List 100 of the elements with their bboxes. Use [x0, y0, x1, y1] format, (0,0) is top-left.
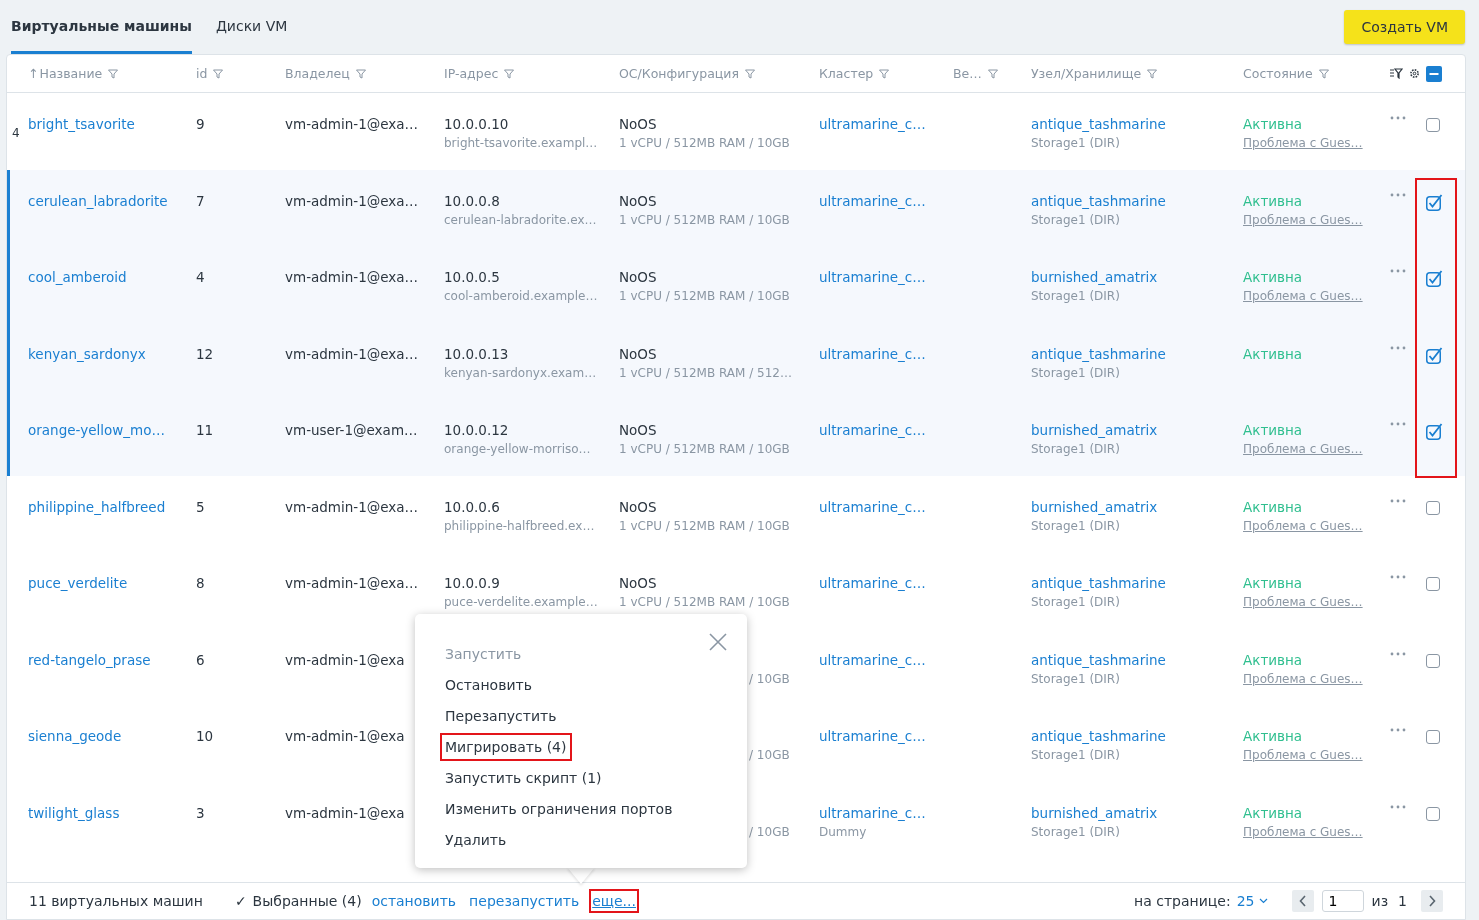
- issue-link[interactable]: Проблема с Gues…: [1243, 670, 1390, 688]
- menu-item[interactable]: Перезапустить: [440, 702, 562, 730]
- menu-item[interactable]: Запустить скрипт (1): [440, 764, 607, 792]
- close-icon[interactable]: [709, 633, 727, 651]
- filter-icon[interactable]: [987, 68, 998, 79]
- row-checkbox[interactable]: [1426, 346, 1443, 364]
- sort-arrow[interactable]: ↑: [28, 66, 39, 81]
- row-checkbox[interactable]: [1426, 653, 1440, 668]
- more-actions-icon[interactable]: [1390, 651, 1406, 656]
- issue-link[interactable]: Проблема с Gues…: [1243, 594, 1390, 611]
- os-name: NoOS: [619, 192, 658, 210]
- tab[interactable]: Диски VM: [215, 0, 288, 54]
- issue-link[interactable]: Проблема с Gues…: [1243, 823, 1390, 841]
- node-link[interactable]: burnished_amatrix: [1031, 804, 1243, 822]
- create-vm-button[interactable]: Создать VM: [1344, 10, 1465, 44]
- row-checkbox[interactable]: [1426, 423, 1443, 440]
- node-link[interactable]: antique_tashmarine: [1031, 116, 1243, 133]
- footer-action-link[interactable]: перезапустить: [466, 889, 583, 913]
- owner-cell-text: vm-user-1@exam…: [285, 422, 419, 439]
- previous-page-button[interactable]: [1291, 890, 1314, 912]
- owner-cell-text: vm-admin-1@exa…: [285, 192, 420, 210]
- cluster-link[interactable]: ultramarine_c…: [819, 575, 953, 592]
- issue-link[interactable]: Проблема с Gues…: [1243, 135, 1390, 152]
- more-actions-icon[interactable]: [1390, 728, 1406, 732]
- filter-icon[interactable]: [1318, 68, 1329, 79]
- more-actions-icon[interactable]: [1390, 345, 1406, 350]
- cluster-link[interactable]: ultramarine_c…: [819, 116, 953, 133]
- vm-name-link[interactable]: twilight_glass: [28, 804, 196, 822]
- column-header[interactable]: Узел/Хранилище: [1031, 66, 1142, 81]
- issue-link[interactable]: Проблема с Gues…: [1243, 747, 1390, 764]
- more-actions-icon[interactable]: [1390, 422, 1406, 426]
- node-link[interactable]: antique_tashmarine: [1031, 345, 1243, 363]
- filter-icon[interactable]: [504, 68, 515, 79]
- more-actions-icon[interactable]: [1390, 804, 1406, 809]
- select-all-checkbox[interactable]: [1426, 65, 1442, 82]
- settings-icon[interactable]: [1409, 68, 1420, 79]
- cluster-link[interactable]: ultramarine_c…: [819, 269, 953, 286]
- menu-item[interactable]: Мигрировать (4): [440, 733, 572, 761]
- more-actions-icon[interactable]: [1390, 192, 1406, 197]
- row-checkbox[interactable]: [1426, 118, 1440, 132]
- node-link[interactable]: antique_tashmarine: [1031, 575, 1243, 592]
- more-actions-icon[interactable]: [1390, 498, 1406, 503]
- filter-icon[interactable]: [1147, 68, 1158, 79]
- filter-icon[interactable]: [355, 68, 366, 79]
- filter-list-icon[interactable]: [1390, 68, 1403, 79]
- vm-name-link[interactable]: red-tangelo_prase: [28, 651, 196, 669]
- menu-item[interactable]: Удалить: [440, 826, 512, 854]
- node-link[interactable]: burnished_amatrix: [1031, 422, 1243, 439]
- vm-name-link[interactable]: sienna_geode: [28, 728, 196, 745]
- column-header[interactable]: Состояние: [1243, 66, 1313, 81]
- row-checkbox[interactable]: [1426, 193, 1443, 211]
- filter-icon[interactable]: [879, 68, 890, 79]
- node-link[interactable]: antique_tashmarine: [1031, 728, 1243, 745]
- row-checkbox[interactable]: [1426, 270, 1443, 287]
- node-link[interactable]: antique_tashmarine: [1031, 192, 1243, 210]
- column-header[interactable]: ОС/Конфигурация: [619, 66, 739, 81]
- node-link[interactable]: burnished_amatrix: [1031, 498, 1243, 516]
- per-page-select[interactable]: 25: [1236, 893, 1268, 909]
- issue-link[interactable]: Проблема с Gues…: [1243, 517, 1390, 535]
- column-header[interactable]: IP-адрес: [444, 66, 499, 81]
- cluster-link[interactable]: ultramarine_c…: [819, 651, 953, 669]
- row-checkbox[interactable]: [1426, 730, 1440, 744]
- filter-icon[interactable]: [108, 68, 119, 79]
- issue-link[interactable]: Проблема с Gues…: [1243, 288, 1390, 305]
- cluster-link[interactable]: ultramarine_c…: [819, 345, 953, 363]
- more-actions-icon[interactable]: [1390, 116, 1406, 120]
- column-header[interactable]: Владелец: [285, 66, 350, 81]
- column-header[interactable]: id: [196, 66, 208, 81]
- more-actions-icon[interactable]: [1390, 269, 1406, 273]
- issue-link[interactable]: Проблема с Gues…: [1243, 211, 1390, 229]
- footer-action-link[interactable]: остановить: [368, 889, 460, 913]
- column-header[interactable]: Название: [39, 66, 103, 81]
- cluster-link[interactable]: ultramarine_c…: [819, 192, 953, 210]
- vm-name-link[interactable]: puce_verdelite: [28, 575, 196, 592]
- vm-name-link[interactable]: bright_tsavorite: [28, 116, 196, 133]
- cluster-link[interactable]: ultramarine_c…: [819, 804, 953, 822]
- vm-name-link[interactable]: cool_amberoid: [28, 269, 196, 286]
- menu-item[interactable]: Остановить: [440, 671, 537, 699]
- vm-name-link[interactable]: orange-yellow_mo…: [28, 422, 196, 439]
- next-page-button[interactable]: [1421, 890, 1443, 912]
- row-checkbox[interactable]: [1426, 577, 1440, 591]
- vm-name-link[interactable]: philippine_halfbreed: [28, 498, 196, 516]
- footer-action-link[interactable]: еще...: [589, 889, 639, 913]
- issue-link[interactable]: Проблема с Gues…: [1243, 441, 1390, 458]
- vm-name-link[interactable]: kenyan_sardonyx: [28, 345, 196, 363]
- page-input[interactable]: 1: [1321, 890, 1364, 912]
- row-checkbox[interactable]: [1426, 806, 1440, 821]
- more-actions-icon[interactable]: [1390, 575, 1406, 579]
- node-link[interactable]: antique_tashmarine: [1031, 651, 1243, 669]
- node-link[interactable]: burnished_amatrix: [1031, 269, 1243, 286]
- cluster-link[interactable]: ultramarine_c…: [819, 422, 953, 439]
- filter-icon[interactable]: [745, 68, 755, 79]
- cluster-link[interactable]: ultramarine_c…: [819, 498, 953, 516]
- menu-item[interactable]: Изменить ограничения портов: [440, 795, 678, 823]
- filter-icon[interactable]: [213, 68, 224, 79]
- vm-name-link[interactable]: cerulean_labradorite: [28, 192, 196, 210]
- column-header[interactable]: Ве…: [953, 66, 982, 81]
- cluster-link[interactable]: ultramarine_c…: [819, 728, 953, 745]
- row-checkbox[interactable]: [1426, 500, 1440, 515]
- column-header[interactable]: Кластер: [819, 66, 874, 81]
